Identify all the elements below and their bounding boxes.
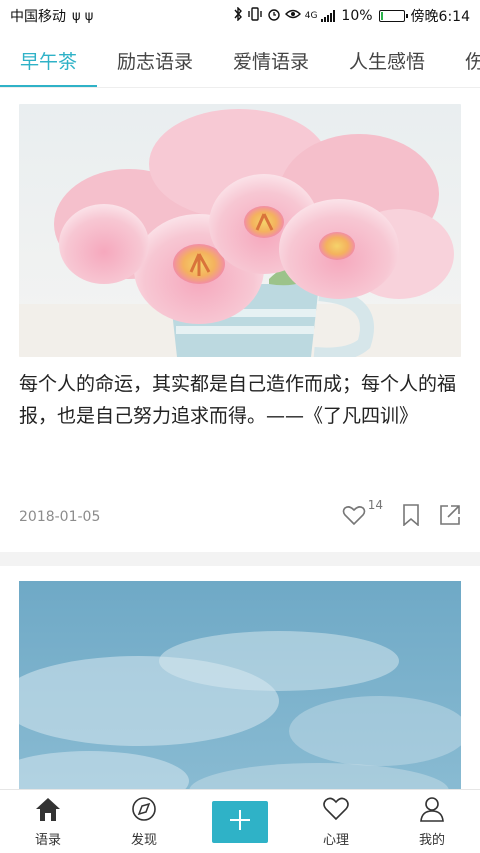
quote-text[interactable]: 每个人的命运，其实都是自己造作而成；每个人的福报，也是自己努力追求而得。——《了… (19, 368, 461, 476)
signal-icon (321, 10, 336, 22)
compass-icon (130, 796, 158, 826)
nav-label: 语录 (34, 832, 61, 848)
nav-discover[interactable]: 发现 (104, 796, 184, 848)
network-label: 4G (304, 11, 318, 21)
plus-button[interactable] (212, 800, 268, 843)
battery-icon (378, 10, 408, 22)
like-button[interactable]: 14 (342, 498, 383, 530)
card-meta: 2018-01-05 14 (19, 476, 461, 548)
usb-icon: ψ ψ (72, 8, 94, 24)
user-icon (418, 796, 446, 826)
carrier-label: 中国移动 (10, 9, 66, 25)
card-actions: 14 (342, 498, 461, 530)
quote-card[interactable]: 每个人的命运，其实都是自己造作而成；每个人的福报，也是自己努力追求而得。——《了… (0, 89, 480, 548)
bookmark-icon[interactable] (401, 504, 421, 530)
tab-label: 励志语录 (117, 51, 194, 73)
tab-label: 伤感 (465, 47, 480, 74)
status-right: 4G 10% 傍晚6:14 (233, 6, 470, 26)
quote-feed[interactable]: 每个人的命运，其实都是自己造作而成；每个人的福报，也是自己努力追求而得。——《了… (0, 89, 480, 789)
bottom-nav: 语录 发现 心理 我的 (0, 789, 480, 853)
heart-icon (322, 796, 350, 826)
share-icon[interactable] (439, 504, 461, 530)
bluetooth-icon (233, 6, 243, 25)
quote-card[interactable] (0, 566, 480, 789)
tab-breakfast-tea[interactable]: 早午茶 (0, 34, 98, 87)
nav-label: 发现 (130, 832, 157, 848)
tab-love[interactable]: 爱情语录 (213, 34, 329, 87)
nav-quotes[interactable]: 语录 (8, 796, 88, 848)
nav-me[interactable]: 我的 (392, 796, 472, 848)
tab-label: 爱情语录 (233, 51, 310, 73)
tulip-photo[interactable] (19, 104, 461, 357)
tab-life[interactable]: 人生感悟 (329, 34, 445, 87)
nav-label: 我的 (418, 832, 445, 848)
nav-add[interactable] (200, 800, 280, 843)
plus-icon (228, 808, 252, 836)
vibrate-icon (247, 7, 263, 25)
status-left: 中国移动 ψ ψ (10, 6, 93, 26)
nav-label: 心理 (322, 832, 349, 848)
tab-label: 早午茶 (20, 51, 78, 73)
status-bar: 中国移动 ψ ψ 4G 10% 傍晚6:14 (0, 0, 480, 32)
eye-icon (284, 7, 301, 25)
tab-label: 人生感悟 (349, 51, 426, 73)
post-date: 2018-01-05 (19, 509, 101, 525)
status-icons: 4G (233, 6, 336, 25)
like-count: 14 (367, 498, 383, 512)
battery-percent: 10% (341, 8, 373, 24)
tab-motivation[interactable]: 励志语录 (97, 34, 213, 87)
tab-sad[interactable]: 伤感 (445, 34, 480, 87)
nav-psychology[interactable]: 心理 (296, 796, 376, 848)
heart-icon (342, 504, 366, 530)
clock: 傍晚6:14 (410, 9, 470, 25)
home-icon (34, 796, 62, 826)
category-tabs: 早午茶 励志语录 爱情语录 人生感悟 伤感 (0, 34, 480, 88)
alarm-icon (267, 7, 281, 25)
sky-photo[interactable] (19, 581, 461, 789)
card-divider (0, 552, 480, 566)
